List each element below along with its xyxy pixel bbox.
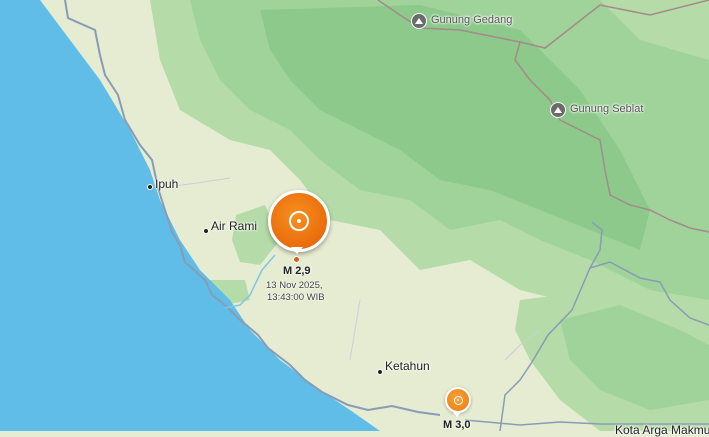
earthquake-time: 13:43:00 WIB	[267, 292, 325, 303]
place-dot-air-rami	[204, 229, 208, 233]
place-dot-ketahun	[378, 370, 382, 374]
earthquake-magnitude: M 2,9	[283, 265, 311, 277]
mountain-peak-icon	[411, 13, 427, 29]
place-dot-ipuh	[148, 185, 152, 189]
map-canvas[interactable]	[0, 0, 709, 431]
gunung-seblat-label: Gunung Seblat	[570, 103, 644, 115]
place-label-kota-arga-makmur: Kota Arga Makmu	[615, 423, 709, 437]
place-label-ketahun: Ketahun	[385, 359, 430, 373]
epicenter-dot[interactable]	[293, 256, 300, 263]
earthquake-marker-icon[interactable]	[445, 387, 471, 413]
target-icon	[289, 211, 309, 231]
target-icon	[453, 395, 463, 405]
mountain-peak-icon	[550, 102, 566, 118]
gunung-gedang-label: Gunung Gedang	[431, 14, 513, 26]
place-label-air-rami: Air Rami	[211, 219, 258, 233]
place-label-ipuh: Ipuh	[155, 177, 179, 191]
earthquake-magnitude: M 3,0	[443, 419, 471, 431]
earthquake-marker-icon[interactable]	[268, 190, 330, 252]
marker-pointer	[453, 412, 461, 417]
earthquake-date: 13 Nov 2025,	[266, 280, 323, 291]
marker-pointer	[291, 247, 303, 254]
